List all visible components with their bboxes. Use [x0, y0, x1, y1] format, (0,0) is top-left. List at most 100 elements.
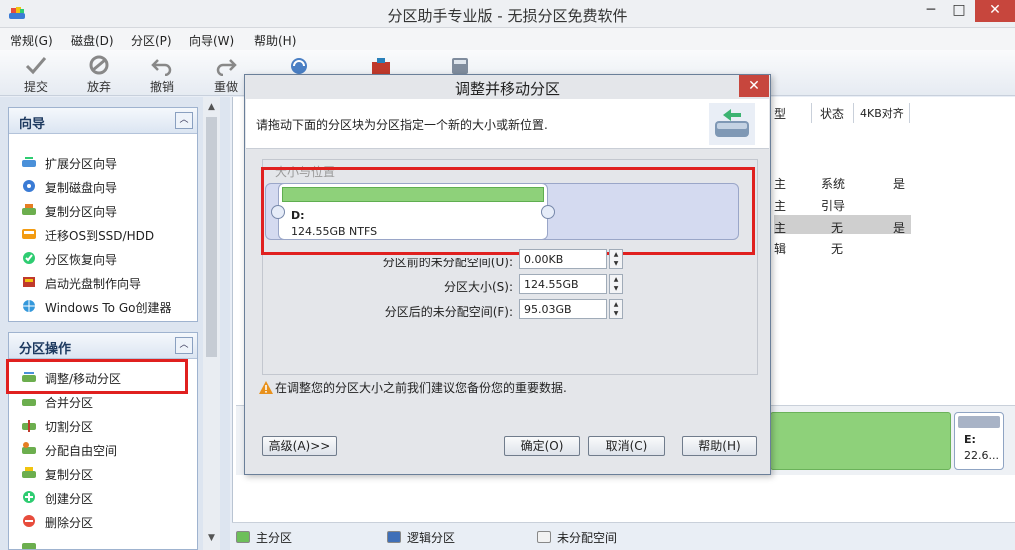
sidebar-item-copy-disk[interactable]: 复制磁盘向导 [21, 176, 191, 196]
unallocated-after-input[interactable] [519, 299, 607, 319]
split-partition-icon [22, 420, 36, 432]
undo-button[interactable]: 撤销 [136, 52, 188, 94]
menu-partition[interactable]: 分区(P) [131, 32, 172, 49]
copy-disk-icon [23, 180, 35, 192]
backup-warning: 在调整您的分区大小之前我们建议您备份您的重要数据. [259, 379, 567, 396]
legend-primary: 主分区 [256, 531, 293, 545]
resize-partition-icon [709, 103, 755, 145]
table-cell: 无 [831, 242, 844, 256]
delete-partition-icon [23, 515, 35, 527]
dialog-banner: 请拖动下面的分区块为分区指定一个新的大小或新位置. [246, 99, 769, 149]
col-header-type[interactable]: 型 [774, 105, 786, 121]
create-partition-icon [23, 491, 35, 503]
table-cell: 主 [774, 221, 787, 235]
unallocated-after-label: 分区后的未分配空间(F): [384, 305, 513, 319]
size-spinner[interactable]: ▲ ▼ [609, 274, 623, 294]
scroll-thumb[interactable] [206, 117, 217, 357]
legend-unallocated: 未分配空间 [557, 531, 618, 545]
wizard-panel-title: 向导 [19, 117, 46, 132]
backup-warning-text: 在调整您的分区大小之前我们建议您备份您的重要数据. [275, 381, 567, 395]
migrate-os-icon [22, 229, 36, 239]
after-spinner[interactable]: ▲ ▼ [609, 299, 623, 319]
partition-recovery-icon [23, 252, 35, 264]
title-bar: 分区助手专业版 - 无损分区免费软件 ─ □ ✕ [0, 0, 1015, 28]
sidebar-item-boot-cd[interactable]: 启动光盘制作向导 [21, 272, 191, 292]
primary-legend-swatch [236, 531, 250, 543]
disk-partition-bar[interactable] [770, 412, 951, 470]
cancel-button[interactable]: 取消(C) [588, 436, 665, 456]
ok-button[interactable]: 确定(O) [504, 436, 580, 456]
sidebar-item-windows-to-go[interactable]: Windows To Go创建器 [21, 296, 191, 316]
col-header-status[interactable]: 状态 [820, 105, 844, 121]
partition-e-block[interactable]: E: 22.6... [954, 412, 1004, 470]
sidebar-item-create[interactable]: 创建分区 [21, 487, 191, 507]
scroll-down-icon[interactable]: ▼ [203, 530, 220, 546]
partition-size-input[interactable] [519, 274, 607, 294]
maximize-button[interactable]: □ [945, 0, 973, 22]
redo-icon [216, 59, 237, 76]
sidebar-item-partition-recovery[interactable]: 分区恢复向导 [21, 248, 191, 268]
legend-bar: 主分区 逻辑分区 未分配空间 [232, 522, 1015, 550]
close-window-button[interactable]: ✕ [975, 0, 1015, 22]
table-cell: 主 [774, 199, 787, 213]
help-button[interactable]: 帮助(H) [682, 436, 757, 456]
partition-e-label: E: [964, 433, 976, 446]
copy-partition-icon [22, 204, 36, 215]
dialog-close-button[interactable]: ✕ [739, 75, 769, 97]
collapse-ops-button[interactable]: ︿ [175, 337, 193, 354]
table-cell: 辑 [774, 242, 787, 256]
legend-logical: 逻辑分区 [407, 531, 456, 545]
unallocated-before-input[interactable] [519, 249, 607, 269]
disk-icon[interactable] [449, 56, 471, 76]
discard-icon [89, 55, 109, 75]
col-header-4k[interactable]: 4KB对齐 [860, 105, 904, 121]
wizard-panel: 向导 ︿ 扩展分区向导 复制磁盘向导 复制分区向导 迁移OS到SSD/HDD 分… [8, 107, 198, 322]
warning-icon [259, 381, 273, 394]
partition-size-label: 分区大小(S): [443, 280, 513, 294]
sidebar-item-merge[interactable]: 合并分区 [21, 391, 191, 411]
checkmark-icon [25, 57, 47, 75]
sidebar-item-delete[interactable]: 删除分区 [21, 511, 191, 531]
minimize-button[interactable]: ─ [917, 0, 945, 22]
merge-partition-icon [22, 399, 36, 406]
copy-partition-op-icon [22, 467, 36, 478]
menu-general[interactable]: 常规(G) [10, 32, 53, 49]
sidebar-item-extend-partition[interactable]: 扩展分区向导 [21, 152, 191, 172]
discard-button[interactable]: 放弃 [73, 52, 125, 94]
scroll-up-icon[interactable]: ▲ [203, 99, 220, 115]
logical-legend-swatch [387, 531, 401, 543]
toolbox-icon[interactable] [370, 56, 392, 76]
sidebar-scrollbar[interactable]: ▲ ▼ [203, 97, 220, 550]
advanced-button[interactable]: 高级(A)>> [262, 436, 337, 456]
menu-bar: 常规(G) 磁盘(D) 分区(P) 向导(W) 帮助(H) [0, 28, 1015, 50]
sidebar-item-allocate-free[interactable]: 分配自由空间 [21, 439, 191, 459]
dialog-instruction: 请拖动下面的分区块为分区指定一个新的大小或新位置. [256, 118, 548, 132]
menu-wizard[interactable]: 向导(W) [189, 32, 234, 49]
sidebar-item-split[interactable]: 切割分区 [21, 415, 191, 435]
window-title: 分区助手专业版 - 无损分区免费软件 [387, 7, 628, 25]
sidebar-item-migrate-os[interactable]: 迁移OS到SSD/HDD [21, 224, 191, 244]
menu-disk[interactable]: 磁盘(D) [71, 32, 114, 49]
table-cell: 无 [831, 221, 844, 235]
undo-icon [151, 59, 172, 76]
partition-e-size: 22.6... [964, 449, 999, 462]
extend-partition-icon [22, 157, 36, 167]
sidebar-item-copy-partition[interactable]: 复制分区向导 [21, 200, 191, 220]
disk-refresh-icon[interactable] [288, 56, 310, 76]
table-cell: 是 [893, 177, 906, 191]
allocate-space-icon [22, 442, 36, 454]
submit-button[interactable]: 提交 [10, 52, 62, 94]
boot-cd-icon [23, 277, 35, 287]
dialog-title: 调整并移动分区 [454, 80, 560, 98]
collapse-wizard-button[interactable]: ︿ [175, 112, 193, 129]
sidebar-item-cutoff [21, 535, 191, 549]
before-spinner[interactable]: ▲ ▼ [609, 249, 623, 269]
table-cell: 引导 [821, 199, 846, 213]
resize-move-dialog: 调整并移动分区 ✕ 请拖动下面的分区块为分区指定一个新的大小或新位置. 大小与位… [244, 74, 771, 475]
sidebar-item-copy-part[interactable]: 复制分区 [21, 463, 191, 483]
partition-icon [22, 543, 36, 549]
unallocated-legend-swatch [537, 531, 551, 543]
menu-help[interactable]: 帮助(H) [254, 32, 296, 49]
table-cell: 系统 [821, 177, 846, 191]
table-cell: 主 [774, 177, 787, 191]
